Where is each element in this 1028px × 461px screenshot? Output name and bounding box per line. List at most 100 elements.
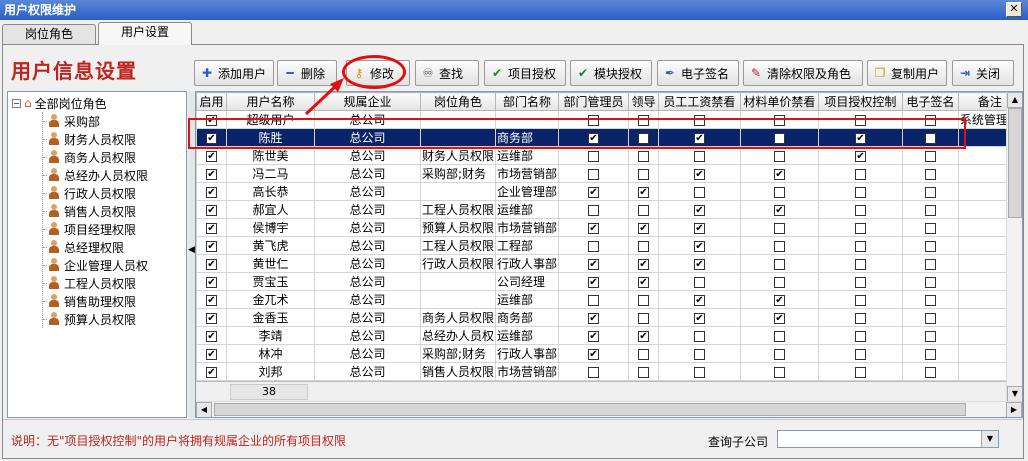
- table-cell[interactable]: [494, 110, 559, 129]
- checked-checkbox[interactable]: ✔: [587, 276, 599, 288]
- checkbox-cell[interactable]: ✔: [627, 272, 659, 291]
- esign-button[interactable]: ✒ 电子签名: [657, 60, 739, 86]
- unchecked-checkbox[interactable]: [854, 204, 866, 216]
- checked-checkbox[interactable]: ✔: [205, 294, 217, 306]
- unchecked-checkbox[interactable]: [924, 294, 936, 306]
- table-cell[interactable]: 运维部: [494, 326, 559, 345]
- unchecked-checkbox[interactable]: [587, 168, 599, 180]
- tree-item[interactable]: 总经理权限: [43, 238, 148, 256]
- checked-checkbox[interactable]: ✔: [773, 204, 785, 216]
- checked-checkbox[interactable]: ✔: [205, 186, 217, 198]
- table-cell[interactable]: 高长恭: [225, 182, 315, 201]
- unchecked-checkbox[interactable]: [773, 186, 785, 198]
- unchecked-checkbox[interactable]: [854, 312, 866, 324]
- checked-checkbox[interactable]: ✔: [205, 240, 217, 252]
- table-cell[interactable]: 公司经理: [494, 272, 559, 291]
- table-cell[interactable]: 工程人员权限: [419, 236, 496, 255]
- table-cell[interactable]: 侯博宇: [225, 218, 315, 237]
- checkbox-cell[interactable]: [901, 362, 959, 381]
- checkbox-cell[interactable]: [817, 218, 903, 237]
- checkbox-cell[interactable]: [657, 326, 741, 345]
- unchecked-checkbox[interactable]: [693, 150, 705, 162]
- unchecked-checkbox[interactable]: [693, 186, 705, 198]
- table-cell[interactable]: 财务人员权限: [419, 146, 496, 165]
- table-row[interactable]: ✔ 李靖 总公司 总经办人员权 运维部 ✔ ✔: [196, 326, 1022, 345]
- unchecked-checkbox[interactable]: [854, 348, 866, 360]
- collapse-icon[interactable]: −: [12, 98, 21, 108]
- unchecked-checkbox[interactable]: [773, 258, 785, 270]
- unchecked-checkbox[interactable]: [924, 276, 936, 288]
- checkbox-cell[interactable]: [817, 308, 903, 327]
- checkbox-cell[interactable]: ✔: [196, 236, 227, 255]
- checkbox-cell[interactable]: ✔: [196, 326, 227, 345]
- checkbox-cell[interactable]: [627, 236, 659, 255]
- tree-item[interactable]: 财务人员权限: [43, 130, 148, 148]
- checked-checkbox[interactable]: ✔: [693, 222, 705, 234]
- checked-checkbox[interactable]: ✔: [637, 222, 649, 234]
- checked-checkbox[interactable]: ✔: [693, 204, 705, 216]
- checked-checkbox[interactable]: ✔: [773, 168, 785, 180]
- checkbox-cell[interactable]: [901, 110, 959, 129]
- clear-permissions-button[interactable]: ✎ 清除权限及角色: [743, 60, 863, 86]
- unchecked-checkbox[interactable]: [924, 114, 936, 126]
- checked-checkbox[interactable]: ✔: [205, 348, 217, 360]
- checked-checkbox[interactable]: ✔: [773, 312, 785, 324]
- table-cell[interactable]: 总公司: [313, 254, 421, 273]
- checkbox-cell[interactable]: [627, 110, 659, 129]
- unchecked-checkbox[interactable]: [854, 186, 866, 198]
- checked-checkbox[interactable]: ✔: [637, 186, 649, 198]
- table-row[interactable]: ✔ 黄世仁 总公司 行政人员权限 行政人事部 ✔ ✔ ✔: [196, 254, 1022, 273]
- edit-button[interactable]: ⚷ 修改: [346, 60, 410, 86]
- table-cell[interactable]: 采购部;财务: [419, 164, 496, 183]
- table-row[interactable]: ✔ 贾宝玉 总公司 公司经理 ✔ ✔: [196, 272, 1022, 291]
- unchecked-checkbox[interactable]: [773, 240, 785, 252]
- checkbox-cell[interactable]: ✔: [739, 290, 819, 309]
- table-cell[interactable]: 行政人员权限: [419, 254, 496, 273]
- checkbox-cell[interactable]: [817, 344, 903, 363]
- sub-company-select[interactable]: ▼: [777, 430, 999, 448]
- checkbox-cell[interactable]: ✔: [657, 236, 741, 255]
- table-row[interactable]: ✔ 林冲 总公司 采购部;财务 行政人事部 ✔: [196, 344, 1022, 363]
- unchecked-checkbox[interactable]: [924, 168, 936, 180]
- table-row[interactable]: ✔ 金兀术 总公司 运维部 ✔ ✔: [196, 290, 1022, 309]
- checkbox-cell[interactable]: [901, 308, 959, 327]
- scroll-thumb[interactable]: [214, 403, 966, 416]
- column-header[interactable]: 岗位角色: [419, 92, 496, 111]
- checked-checkbox[interactable]: ✔: [205, 312, 217, 324]
- checkbox-cell[interactable]: ✔: [657, 290, 741, 309]
- tree-item[interactable]: 行政人员权限: [43, 184, 148, 202]
- unchecked-checkbox[interactable]: [924, 132, 936, 144]
- checkbox-cell[interactable]: [739, 236, 819, 255]
- unchecked-checkbox[interactable]: [637, 132, 649, 144]
- unchecked-checkbox[interactable]: [693, 330, 705, 342]
- checkbox-cell[interactable]: [817, 254, 903, 273]
- unchecked-checkbox[interactable]: [924, 240, 936, 252]
- unchecked-checkbox[interactable]: [854, 330, 866, 342]
- checked-checkbox[interactable]: ✔: [587, 186, 599, 198]
- table-cell[interactable]: 陈世美: [225, 146, 315, 165]
- table-cell[interactable]: 金香玉: [225, 308, 315, 327]
- column-header[interactable]: 部门管理员: [557, 92, 629, 111]
- table-cell[interactable]: 总公司: [313, 146, 421, 165]
- checked-checkbox[interactable]: ✔: [205, 168, 217, 180]
- table-cell[interactable]: 运维部: [494, 146, 559, 165]
- table-cell[interactable]: 贾宝玉: [225, 272, 315, 291]
- checkbox-cell[interactable]: ✔: [817, 146, 903, 165]
- checked-checkbox[interactable]: ✔: [205, 276, 217, 288]
- unchecked-checkbox[interactable]: [924, 204, 936, 216]
- table-cell[interactable]: 冯二马: [225, 164, 315, 183]
- column-header[interactable]: 用户名称: [225, 92, 315, 111]
- checkbox-cell[interactable]: [901, 326, 959, 345]
- checkbox-cell[interactable]: [627, 200, 659, 219]
- checkbox-cell[interactable]: ✔: [627, 254, 659, 273]
- chevron-down-icon[interactable]: ▼: [981, 431, 998, 447]
- table-cell[interactable]: 刘邦: [225, 362, 315, 381]
- checkbox-cell[interactable]: ✔: [657, 254, 741, 273]
- vertical-scrollbar[interactable]: ▲ ▼: [1006, 92, 1022, 402]
- checkbox-cell[interactable]: ✔: [557, 326, 629, 345]
- tab-user-settings[interactable]: 用户设置: [98, 22, 192, 45]
- checkbox-cell[interactable]: ✔: [196, 200, 227, 219]
- checkbox-cell[interactable]: ✔: [196, 290, 227, 309]
- unchecked-checkbox[interactable]: [637, 168, 649, 180]
- column-header[interactable]: 材料单价禁看: [739, 92, 819, 111]
